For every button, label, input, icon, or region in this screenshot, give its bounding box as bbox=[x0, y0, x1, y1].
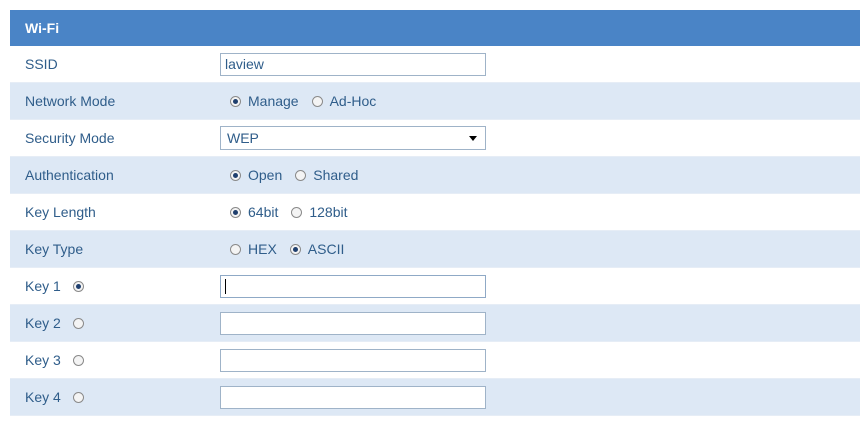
authentication-open-radio[interactable] bbox=[230, 169, 241, 181]
key-type-ascii-label: ASCII bbox=[307, 241, 345, 257]
key-3-row: Key 3 bbox=[10, 342, 860, 379]
authentication-open-label: Open bbox=[248, 167, 283, 183]
key-4-label: Key 4 bbox=[25, 389, 61, 405]
network-mode-manage-option[interactable]: Manage bbox=[230, 93, 299, 109]
security-mode-label: Security Mode bbox=[25, 130, 115, 146]
network-mode-adhoc-radio[interactable] bbox=[311, 95, 323, 107]
network-mode-label: Network Mode bbox=[25, 93, 116, 109]
security-mode-row: Security Mode WEP bbox=[10, 120, 860, 157]
key-type-hex-option[interactable]: HEX bbox=[230, 241, 277, 257]
authentication-shared-option[interactable]: Shared bbox=[295, 167, 358, 183]
chevron-down-icon bbox=[469, 135, 477, 141]
wifi-panel: Wi-Fi SSID Network Mode Manage Ad-Hoc Se… bbox=[10, 10, 860, 416]
security-mode-value: WEP bbox=[227, 130, 259, 146]
network-mode-radio-group: Manage Ad-Hoc bbox=[230, 93, 389, 109]
key-1-label-cell: Key 1 bbox=[10, 278, 220, 294]
key-3-radio[interactable] bbox=[72, 354, 84, 366]
key-2-input[interactable] bbox=[220, 311, 486, 335]
network-mode-adhoc-label: Ad-Hoc bbox=[329, 93, 377, 109]
key-length-label: Key Length bbox=[25, 204, 96, 220]
key-4-label-cell: Key 4 bbox=[10, 389, 220, 405]
key-1-row: Key 1 bbox=[10, 268, 860, 305]
authentication-row: Authentication Open Shared bbox=[10, 157, 860, 194]
key-1-input[interactable] bbox=[220, 274, 486, 298]
ssid-input[interactable] bbox=[220, 52, 486, 76]
key-3-label-cell: Key 3 bbox=[10, 352, 220, 368]
key-type-ascii-option[interactable]: ASCII bbox=[289, 241, 345, 257]
network-mode-manage-radio[interactable] bbox=[230, 95, 241, 107]
key-4-input[interactable] bbox=[220, 385, 486, 409]
key-length-128bit-radio[interactable] bbox=[291, 206, 303, 218]
key-type-radio-group: HEX ASCII bbox=[230, 241, 357, 257]
security-mode-select[interactable]: WEP bbox=[220, 126, 486, 150]
key-length-128bit-label: 128bit bbox=[309, 204, 348, 220]
key-length-64bit-label: 64bit bbox=[248, 204, 279, 220]
key-3-label: Key 3 bbox=[25, 352, 61, 368]
panel-title: Wi-Fi bbox=[25, 20, 60, 36]
key-type-row: Key Type HEX ASCII bbox=[10, 231, 860, 268]
authentication-label: Authentication bbox=[25, 167, 114, 183]
key-2-row: Key 2 bbox=[10, 305, 860, 342]
key-2-radio[interactable] bbox=[72, 317, 84, 329]
panel-header: Wi-Fi bbox=[10, 10, 860, 46]
ssid-row: SSID bbox=[10, 46, 860, 83]
key-length-radio-group: 64bit 128bit bbox=[230, 204, 361, 220]
authentication-open-option[interactable]: Open bbox=[230, 167, 282, 183]
text-caret bbox=[225, 278, 226, 294]
key-length-128bit-option[interactable]: 128bit bbox=[291, 204, 348, 220]
key-1-radio[interactable] bbox=[72, 280, 84, 292]
key-type-ascii-radio[interactable] bbox=[289, 243, 301, 255]
key-type-label: Key Type bbox=[25, 241, 84, 257]
authentication-shared-label: Shared bbox=[313, 167, 359, 183]
key-4-radio[interactable] bbox=[72, 391, 84, 403]
key-length-row: Key Length 64bit 128bit bbox=[10, 194, 860, 231]
key-2-label-cell: Key 2 bbox=[10, 315, 220, 331]
key-4-row: Key 4 bbox=[10, 379, 860, 416]
ssid-label: SSID bbox=[25, 56, 58, 72]
key-length-64bit-option[interactable]: 64bit bbox=[230, 204, 278, 220]
network-mode-row: Network Mode Manage Ad-Hoc bbox=[10, 83, 860, 120]
network-mode-adhoc-option[interactable]: Ad-Hoc bbox=[311, 93, 377, 109]
key-2-label: Key 2 bbox=[25, 315, 61, 331]
key-3-input[interactable] bbox=[220, 348, 486, 372]
authentication-shared-radio[interactable] bbox=[295, 169, 307, 181]
key-length-64bit-radio[interactable] bbox=[230, 206, 241, 218]
key-1-label: Key 1 bbox=[25, 278, 61, 294]
authentication-radio-group: Open Shared bbox=[230, 167, 371, 183]
key-type-hex-radio[interactable] bbox=[230, 243, 241, 255]
key-type-hex-label: HEX bbox=[248, 241, 277, 257]
network-mode-manage-label: Manage bbox=[248, 93, 299, 109]
